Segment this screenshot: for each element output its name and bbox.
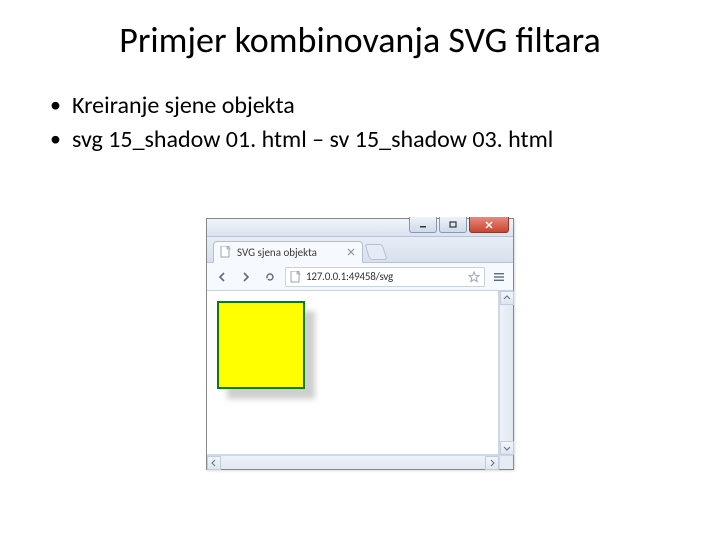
horizontal-scrollbar[interactable] xyxy=(207,455,499,469)
new-tab-button[interactable] xyxy=(364,244,387,260)
scroll-left-button[interactable] xyxy=(207,456,221,470)
arrow-right-icon xyxy=(240,271,252,283)
arrow-left-icon xyxy=(216,271,228,283)
menu-button[interactable] xyxy=(491,269,507,285)
chevron-up-icon xyxy=(503,294,511,302)
reload-icon xyxy=(264,271,276,283)
reload-button[interactable] xyxy=(261,268,279,286)
address-bar[interactable]: 127.0.0.1:49458/svg xyxy=(285,267,485,287)
bullet-item: svg 15_shadow 01. html – sv 15_shadow 03… xyxy=(50,124,680,156)
browser-tab[interactable]: SVG sjena objekta xyxy=(213,241,363,263)
chevron-right-icon xyxy=(488,459,496,467)
tab-close-button[interactable] xyxy=(346,247,356,257)
chevron-left-icon xyxy=(210,459,218,467)
svg-yellow-square xyxy=(217,301,305,389)
svg-rendered-shape xyxy=(217,301,305,389)
window-titlebar[interactable] xyxy=(207,219,513,237)
maximize-button[interactable] xyxy=(439,217,467,233)
menu-icon xyxy=(493,271,505,283)
tab-title: SVG sjena objekta xyxy=(237,246,346,259)
bullet-item: Kreiranje sjene objekta xyxy=(50,90,680,122)
page-icon xyxy=(220,246,232,258)
window-buttons xyxy=(407,217,509,235)
minimize-button[interactable] xyxy=(409,217,437,233)
page-icon xyxy=(290,271,302,283)
scroll-up-button[interactable] xyxy=(500,291,514,305)
tab-strip: SVG sjena objekta xyxy=(207,237,513,263)
close-button[interactable] xyxy=(469,217,509,233)
minimize-icon xyxy=(419,221,427,229)
url-text: 127.0.0.1:49458/svg xyxy=(306,270,468,283)
forward-button[interactable] xyxy=(237,268,255,286)
browser-window: SVG sjena objekta 127.0.0.1:49458/svg xyxy=(206,218,514,470)
vertical-scrollbar[interactable] xyxy=(499,291,513,455)
slide: Primjer kombinovanja SVG filtara Kreiran… xyxy=(0,0,720,540)
maximize-icon xyxy=(449,221,457,229)
chevron-down-icon xyxy=(503,444,511,452)
close-icon xyxy=(484,221,494,229)
slide-title: Primjer kombinovanja SVG filtara xyxy=(40,18,680,62)
scroll-down-button[interactable] xyxy=(500,441,514,455)
bullet-list: Kreiranje sjene objekta svg 15_shadow 01… xyxy=(50,90,680,157)
back-button[interactable] xyxy=(213,268,231,286)
close-icon xyxy=(347,248,355,256)
toolbar: 127.0.0.1:49458/svg xyxy=(207,263,513,291)
scroll-right-button[interactable] xyxy=(485,456,499,470)
page-content xyxy=(207,291,499,455)
scrollbar-corner xyxy=(499,455,513,469)
bookmark-star-icon[interactable] xyxy=(468,271,480,283)
